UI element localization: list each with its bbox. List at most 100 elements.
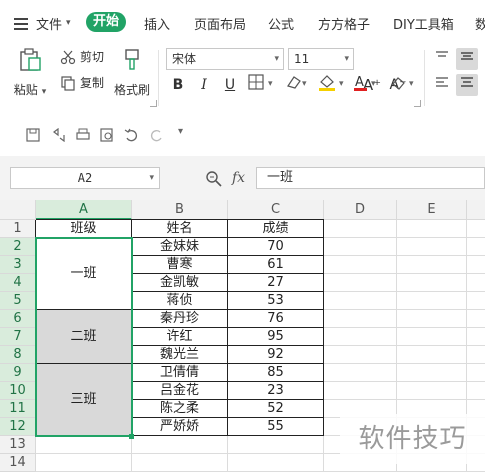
row-header-6[interactable]: 6 bbox=[0, 310, 36, 328]
row-header-4[interactable]: 4 bbox=[0, 274, 36, 292]
student-name-cell[interactable]: 严娇娇 bbox=[132, 418, 228, 436]
student-name-cell[interactable]: 金妹妹 bbox=[132, 238, 228, 256]
align-left-button[interactable] bbox=[432, 74, 452, 96]
grid-cell[interactable] bbox=[397, 328, 467, 346]
font-color-button[interactable]: A ▾ bbox=[352, 74, 382, 96]
grid-cell[interactable] bbox=[324, 364, 397, 382]
row-header-7[interactable]: 7 bbox=[0, 328, 36, 346]
student-score-cell[interactable]: 95 bbox=[228, 328, 324, 346]
align-top-button[interactable] bbox=[432, 48, 452, 70]
student-score-cell[interactable]: 85 bbox=[228, 364, 324, 382]
grid-cell[interactable] bbox=[36, 436, 132, 454]
row-header-2[interactable]: 2 bbox=[0, 238, 36, 256]
student-score-cell[interactable]: 61 bbox=[228, 256, 324, 274]
align-center-button[interactable] bbox=[456, 74, 478, 96]
tab-formulas[interactable]: 公式 bbox=[268, 14, 294, 33]
tab-diy-toolbox[interactable]: DIY工具箱 bbox=[393, 14, 454, 33]
convert-icon[interactable] bbox=[52, 128, 66, 142]
student-score-cell[interactable]: 70 bbox=[228, 238, 324, 256]
redo-icon[interactable] bbox=[150, 128, 164, 142]
merged-class-cell[interactable]: 一班 bbox=[36, 238, 132, 310]
grid-cell[interactable] bbox=[324, 346, 397, 364]
name-box[interactable]: A2 ▾ bbox=[10, 167, 160, 189]
column-header-c[interactable]: C bbox=[228, 200, 324, 220]
column-header-b[interactable]: B bbox=[132, 200, 228, 220]
align-middle-button[interactable] bbox=[456, 48, 478, 70]
grid-cell[interactable] bbox=[324, 220, 397, 238]
student-name-cell[interactable]: 曹寒 bbox=[132, 256, 228, 274]
tab-insert[interactable]: 插入 bbox=[144, 14, 170, 33]
grid-cell[interactable] bbox=[132, 454, 228, 472]
font-launcher-icon[interactable] bbox=[414, 100, 421, 107]
paste-button[interactable]: 粘贴 ▾ bbox=[10, 48, 50, 98]
column-header-a[interactable]: A bbox=[36, 200, 132, 220]
grid-cell[interactable] bbox=[228, 454, 324, 472]
grid-cell[interactable] bbox=[397, 346, 467, 364]
grid-cell[interactable] bbox=[467, 382, 485, 400]
grid-cell[interactable] bbox=[397, 274, 467, 292]
row-header-12[interactable]: 12 bbox=[0, 418, 36, 436]
borders-button[interactable]: ▾ bbox=[246, 74, 280, 96]
undo-icon[interactable] bbox=[124, 128, 138, 142]
column-header-e[interactable]: E bbox=[397, 200, 467, 220]
copy-button[interactable]: 复制 bbox=[60, 74, 104, 91]
row-header-13[interactable]: 13 bbox=[0, 436, 36, 454]
italic-button[interactable]: I bbox=[194, 74, 214, 96]
print-icon[interactable] bbox=[76, 128, 90, 142]
merged-class-cell[interactable]: 二班 bbox=[36, 310, 132, 364]
print-preview-icon[interactable] bbox=[100, 128, 114, 142]
grid-cell[interactable] bbox=[324, 238, 397, 256]
student-score-cell[interactable]: 55 bbox=[228, 418, 324, 436]
row-header-5[interactable]: 5 bbox=[0, 292, 36, 310]
student-name-cell[interactable]: 陈之柔 bbox=[132, 400, 228, 418]
student-score-cell[interactable]: 53 bbox=[228, 292, 324, 310]
grid-cell[interactable] bbox=[397, 256, 467, 274]
student-name-cell[interactable]: 魏光兰 bbox=[132, 346, 228, 364]
row-header-10[interactable]: 10 bbox=[0, 382, 36, 400]
student-name-cell[interactable]: 蒋侦 bbox=[132, 292, 228, 310]
row-header-1[interactable]: 1 bbox=[0, 220, 36, 238]
grid-cell[interactable] bbox=[324, 274, 397, 292]
file-menu-button[interactable]: 文件 ▾ bbox=[14, 14, 84, 33]
grid-cell[interactable] bbox=[467, 346, 485, 364]
grid-cell[interactable] bbox=[324, 328, 397, 346]
grid-cell[interactable] bbox=[467, 292, 485, 310]
underline-button[interactable]: U bbox=[220, 74, 240, 96]
grid-cell[interactable] bbox=[324, 310, 397, 328]
fill-handle[interactable] bbox=[129, 434, 134, 439]
grid-cell[interactable] bbox=[36, 454, 132, 472]
select-all-corner[interactable] bbox=[0, 200, 36, 220]
save-icon[interactable] bbox=[26, 128, 40, 142]
tab-fangfang-grid[interactable]: 方方格子 bbox=[318, 14, 370, 33]
format-painter-button[interactable]: 格式刷 bbox=[112, 48, 152, 98]
font-size-select[interactable]: 11 ▾ bbox=[288, 48, 354, 70]
font-name-select[interactable]: 宋体 ▾ bbox=[166, 48, 284, 70]
grid-cell[interactable] bbox=[467, 256, 485, 274]
grid-cell[interactable] bbox=[397, 238, 467, 256]
grid-cell[interactable] bbox=[397, 382, 467, 400]
tab-data[interactable]: 数 bbox=[475, 14, 485, 33]
row-header-3[interactable]: 3 bbox=[0, 256, 36, 274]
grid-cell[interactable] bbox=[397, 292, 467, 310]
grid-cell[interactable] bbox=[397, 310, 467, 328]
clipboard-launcher-icon[interactable] bbox=[150, 100, 157, 107]
grid-cell[interactable] bbox=[467, 328, 485, 346]
student-score-cell[interactable]: 92 bbox=[228, 346, 324, 364]
tab-page-layout[interactable]: 页面布局 bbox=[194, 14, 246, 33]
student-score-cell[interactable]: 76 bbox=[228, 310, 324, 328]
row-header-9[interactable]: 9 bbox=[0, 364, 36, 382]
grid-cell[interactable] bbox=[467, 274, 485, 292]
merged-class-cell[interactable]: 三班 bbox=[36, 364, 132, 436]
student-name-cell[interactable]: 许红 bbox=[132, 328, 228, 346]
grid-cell[interactable] bbox=[397, 220, 467, 238]
grid-cell[interactable] bbox=[324, 292, 397, 310]
table-header-class[interactable]: 班级 bbox=[36, 220, 132, 238]
grid-cell[interactable] bbox=[467, 310, 485, 328]
student-name-cell[interactable]: 金凯敏 bbox=[132, 274, 228, 292]
column-header-f[interactable] bbox=[467, 200, 485, 220]
bold-button[interactable]: B bbox=[168, 74, 188, 96]
cut-button[interactable]: 剪切 bbox=[60, 48, 104, 65]
tab-home[interactable]: 开始 bbox=[86, 12, 126, 32]
grid-cell[interactable] bbox=[132, 436, 228, 454]
grid-cell[interactable] bbox=[397, 364, 467, 382]
